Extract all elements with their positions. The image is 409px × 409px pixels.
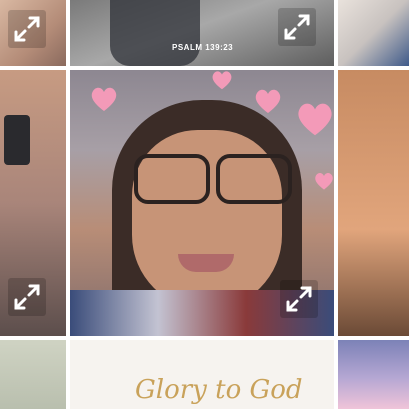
heart-icon: [315, 172, 333, 190]
heart-icon: [255, 89, 281, 113]
photo-tile-mid-center[interactable]: [70, 70, 334, 336]
photo-tile-mid-right[interactable]: [338, 70, 409, 336]
photo-tile-bottom-left[interactable]: [0, 340, 66, 409]
glasses-right-lens: [216, 154, 292, 204]
photo-tile-top-left[interactable]: [0, 0, 66, 66]
heart-icon: [212, 71, 232, 90]
photo-tile-top-center[interactable]: PSALM 139:23: [70, 0, 334, 66]
glasses-left-lens: [134, 154, 210, 204]
expand-arrows-icon[interactable]: [8, 278, 46, 316]
phone-in-photo: [4, 115, 30, 165]
photo-subject-legs: [110, 0, 200, 66]
photo-tile-mid-left[interactable]: [0, 70, 66, 336]
photo-tile-top-right[interactable]: [338, 0, 409, 66]
glory-to-god-text: Glory to God: [135, 375, 303, 405]
heart-icon: [298, 103, 332, 136]
photo-caption: PSALM 139:23: [172, 43, 234, 52]
expand-arrows-icon[interactable]: [280, 280, 318, 318]
expand-arrows-icon[interactable]: [8, 10, 46, 48]
expand-arrows-icon[interactable]: [278, 8, 316, 46]
heart-icon: [91, 87, 117, 111]
photo-gallery-grid: PSALM 139:23 Glory to God: [0, 0, 409, 409]
photo-tile-bottom-right[interactable]: [338, 340, 409, 409]
